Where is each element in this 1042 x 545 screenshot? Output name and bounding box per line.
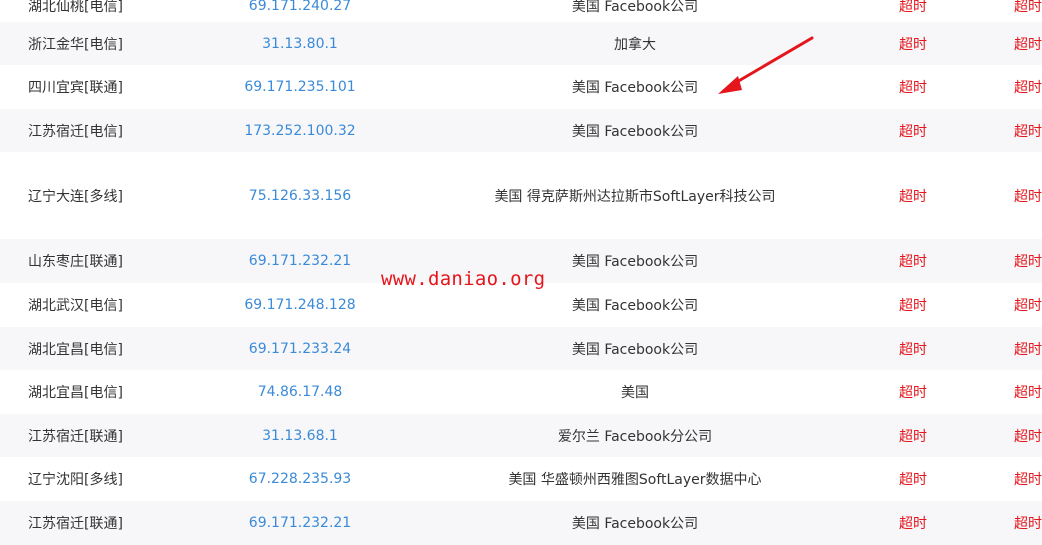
location-cell: 湖北仙桃[电信]	[28, 0, 123, 15]
status-cell: 超时	[1014, 80, 1042, 96]
status-cell: 超时	[1014, 298, 1042, 314]
location-cell: 湖北宜昌[电信]	[28, 385, 123, 401]
status-cell: 超时	[899, 341, 927, 358]
status-cell: 超时	[1014, 123, 1042, 140]
table-row: 辽宁沈阳[多线] 67.228.235.93 美国 华盛顿州西雅图SoftLay…	[0, 457, 1042, 501]
table-row: 江苏宿迁[电信] 173.252.100.32 美国 Facebook公司 超时…	[0, 109, 1042, 152]
ip-link[interactable]: 74.86.17.48	[200, 370, 400, 414]
status-cell: 超时	[899, 516, 927, 532]
table-row: 湖北宜昌[电信] 69.171.233.24 美国 Facebook公司 超时 …	[0, 327, 1042, 370]
status-cell: 超时	[1014, 385, 1042, 401]
location-cell: 辽宁沈阳[多线]	[28, 472, 123, 488]
status-cell: 超时	[1014, 36, 1042, 53]
location-cell: 辽宁大连[多线]	[28, 188, 123, 205]
ip-link[interactable]: 31.13.80.1	[200, 22, 400, 65]
owner-cell: 美国 得克萨斯州达拉斯市SoftLayer科技公司	[494, 188, 776, 205]
ip-link[interactable]: 69.171.235.101	[200, 65, 400, 109]
status-cell: 超时	[1014, 254, 1042, 270]
ip-link[interactable]: 69.171.232.21	[200, 239, 400, 283]
status-cell: 超时	[899, 80, 927, 96]
status-cell: 超时	[1014, 428, 1042, 445]
table-row: 湖北仙桃[电信] 69.171.240.27 美国 Facebook公司 超时 …	[0, 0, 1042, 22]
ip-link[interactable]: 69.171.232.21	[200, 501, 400, 545]
table-row: 四川宜宾[联通] 69.171.235.101 美国 Facebook公司 超时…	[0, 65, 1042, 109]
watermark-text: www.daniao.org	[381, 268, 546, 290]
table-row: 江苏宿迁[联通] 31.13.68.1 爱尔兰 Facebook分公司 超时 超…	[0, 414, 1042, 457]
table-row: 辽宁大连[多线] 75.126.33.156 美国 得克萨斯州达拉斯市SoftL…	[0, 152, 1042, 239]
ip-link[interactable]: 69.171.233.24	[200, 327, 400, 370]
status-cell: 超时	[1014, 472, 1042, 488]
status-cell: 超时	[899, 385, 927, 401]
status-cell: 超时	[1014, 341, 1042, 358]
status-cell: 超时	[899, 428, 927, 445]
location-cell: 湖北武汉[电信]	[28, 298, 123, 314]
ip-link[interactable]: 67.228.235.93	[200, 457, 400, 501]
status-cell: 超时	[899, 188, 927, 205]
status-cell: 超时	[899, 298, 927, 314]
ip-link[interactable]: 173.252.100.32	[200, 109, 400, 152]
status-cell: 超时	[1014, 0, 1042, 15]
ip-link[interactable]: 69.171.248.128	[200, 283, 400, 327]
location-cell: 山东枣庄[联通]	[28, 254, 123, 270]
red-arrow-annotation	[718, 36, 814, 94]
location-cell: 湖北宜昌[电信]	[28, 341, 123, 358]
table-row: 浙江金华[电信] 31.13.80.1 加拿大 超时 超时	[0, 22, 1042, 65]
status-cell: 超时	[899, 254, 927, 270]
owner-cell: 美国 Facebook公司	[571, 0, 699, 15]
owner-cell: 爱尔兰 Facebook分公司	[557, 428, 713, 445]
ip-link[interactable]: 69.171.240.27	[200, 0, 400, 22]
ip-link[interactable]: 31.13.68.1	[200, 414, 400, 457]
status-cell: 超时	[1014, 188, 1042, 205]
location-cell: 江苏宿迁[联通]	[28, 516, 123, 532]
owner-cell: 美国 Facebook公司	[571, 123, 699, 140]
owner-cell: 美国 Facebook公司	[571, 341, 699, 358]
ip-link[interactable]: 75.126.33.156	[200, 152, 400, 239]
status-cell: 超时	[899, 0, 927, 15]
status-cell: 超时	[899, 36, 927, 53]
status-cell: 超时	[899, 123, 927, 140]
owner-cell: 美国 Facebook公司	[571, 516, 699, 532]
status-cell: 超时	[899, 472, 927, 488]
owner-cell: 美国 华盛顿州西雅图SoftLayer数据中心	[508, 472, 762, 488]
table-row: 江苏宿迁[联通] 69.171.232.21 美国 Facebook公司 超时 …	[0, 501, 1042, 545]
table-row: 湖北宜昌[电信] 74.86.17.48 美国 超时 超时	[0, 370, 1042, 414]
location-cell: 四川宜宾[联通]	[28, 80, 123, 96]
location-cell: 浙江金华[电信]	[28, 36, 123, 53]
location-cell: 江苏宿迁[联通]	[28, 428, 123, 445]
owner-cell: 美国	[621, 385, 649, 401]
status-cell: 超时	[1014, 516, 1042, 532]
location-cell: 江苏宿迁[电信]	[28, 123, 123, 140]
